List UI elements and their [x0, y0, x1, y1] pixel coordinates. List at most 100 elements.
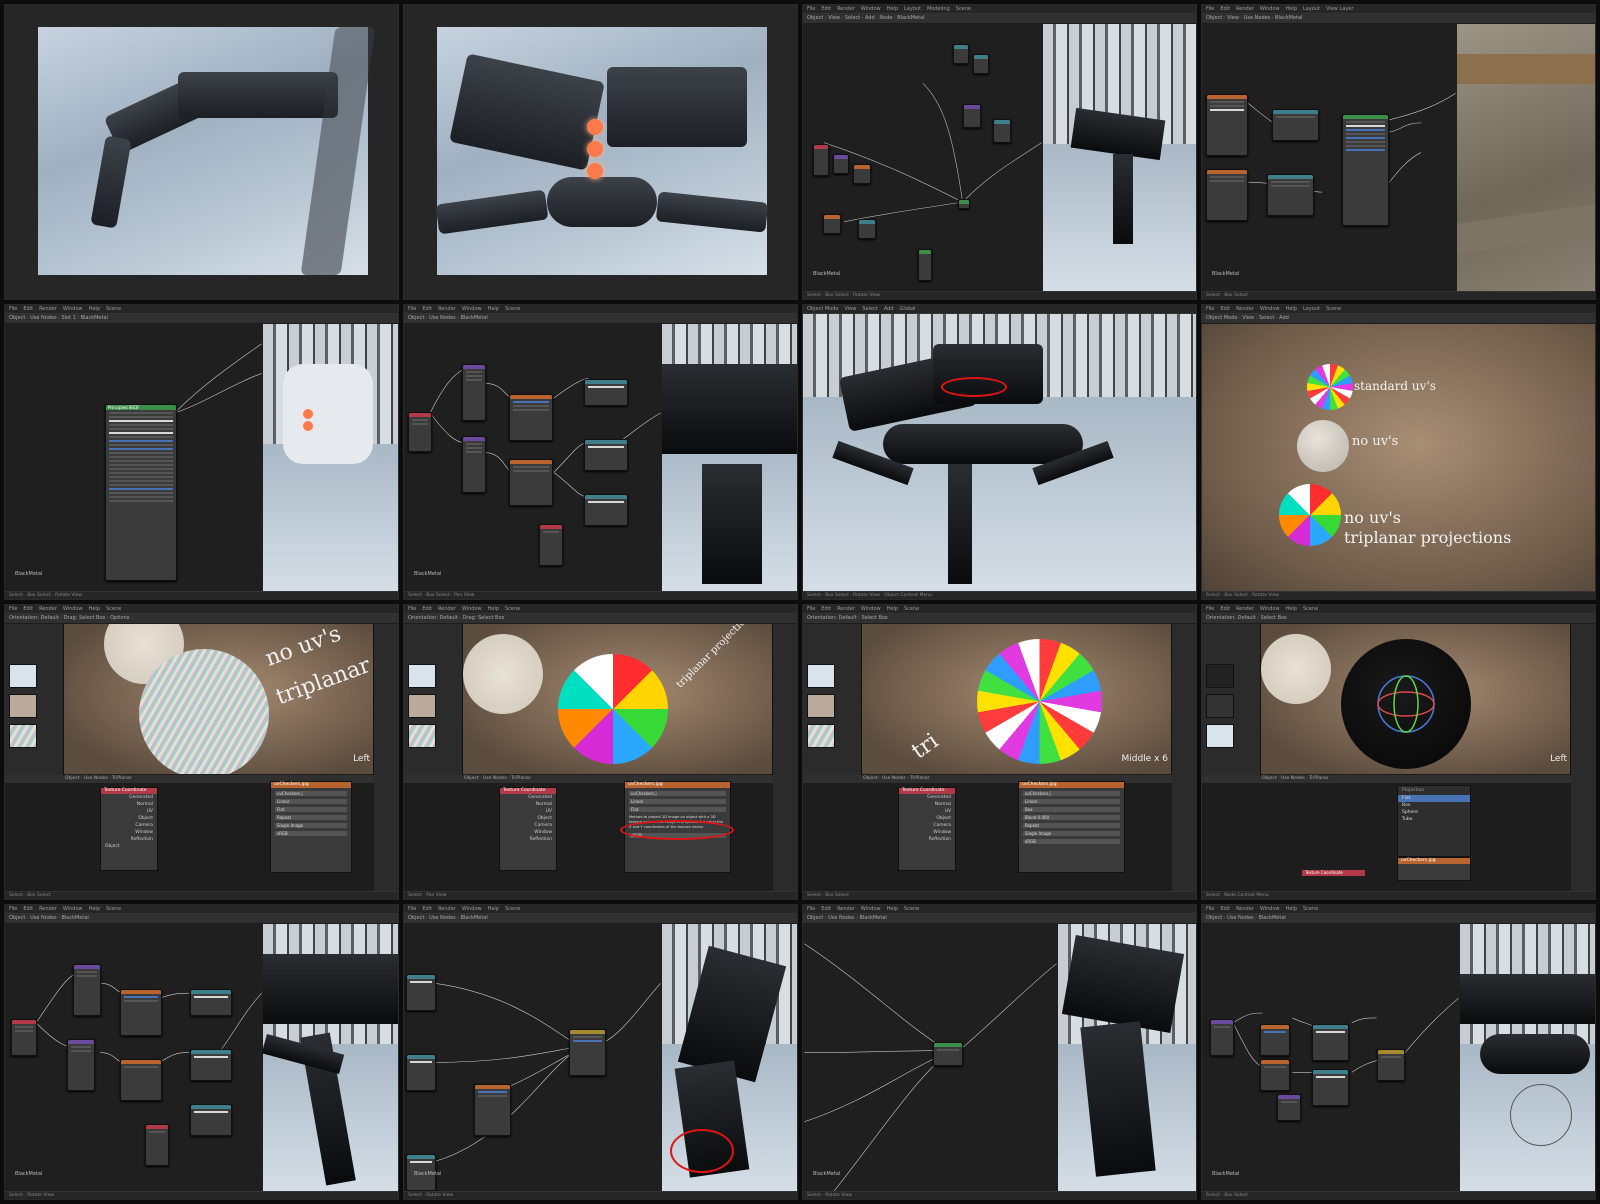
status-bar: Select · Rotate View — [5, 1191, 398, 1199]
image-texture-node[interactable]: uvCheckers.jpg — [1397, 857, 1471, 881]
3d-viewport[interactable] — [1457, 24, 1595, 291]
3d-viewport[interactable] — [662, 924, 797, 1191]
top-menu-bar[interactable]: File Edit Render Window Help Scene — [1202, 605, 1595, 614]
top-menu-bar[interactable]: File Edit Render Window Help Scene — [803, 605, 1196, 614]
projection-option-flat[interactable]: Flat — [1398, 795, 1470, 802]
top-menu-bar[interactable]: File Edit Render Window Help Scene — [404, 905, 797, 914]
material-name-label: BlackMetal — [813, 271, 841, 277]
blender-principled-bsdf: File Edit Render Window Help Scene Object · U… — [4, 304, 399, 600]
no-uv-label: no uv's — [1352, 434, 1399, 449]
shader-node-area[interactable]: BlackMetal — [803, 24, 1043, 291]
material-name-label: BlackMetal — [15, 571, 43, 577]
tool-sidebar[interactable] — [772, 624, 797, 891]
snow-thumbnail[interactable] — [1206, 724, 1234, 748]
highlight-circle — [620, 820, 734, 840]
3d-viewport[interactable]: standard uv's no uv's no uv's triplanar … — [1202, 324, 1595, 591]
forest-thumbnail[interactable] — [408, 694, 436, 718]
3d-viewport[interactable]: triplanar projections — [463, 624, 773, 774]
texture-coordinate-node[interactable]: Texture Coordinate — [1302, 870, 1365, 876]
node-wires — [804, 943, 1057, 1191]
editor-header[interactable]: Orientation: Default · Select Box — [1202, 614, 1595, 623]
editor-header[interactable]: Object · Use Nodes · BlackMetal — [404, 914, 797, 923]
tool-sidebar[interactable] — [1171, 624, 1196, 891]
material-name-label: BlackMetal — [1212, 271, 1240, 277]
shader-node-area[interactable]: Object · Use Nodes · TriPlanar Texture C… — [404, 775, 773, 891]
shader-node-area[interactable]: BlackMetal — [803, 924, 1058, 1191]
uvchecker-thumbnail[interactable] — [807, 724, 835, 748]
forest-thumbnail[interactable] — [807, 694, 835, 718]
top-menu-bar[interactable]: File Edit Render Window Help Layout Modeling Sc… — [803, 5, 1196, 14]
snow-thumbnail[interactable] — [9, 664, 37, 688]
editor-header[interactable]: Object · Use Nodes · BlackMetal — [5, 914, 398, 923]
3d-viewport[interactable] — [1058, 924, 1196, 1191]
status-bar: Select · Box Select — [1202, 291, 1595, 299]
snow-thumbnail[interactable] — [408, 664, 436, 688]
top-menu-bar[interactable]: File Edit Render Window Help Scene — [404, 605, 797, 614]
top-menu-bar[interactable]: File Edit Render Window Help Scene — [5, 905, 398, 914]
image-texture-node[interactable]: uvCheckers.jpg uvCheckers.j Linear Flat … — [270, 781, 352, 873]
editor-header[interactable]: Object · Use Nodes · BlackMetal — [404, 314, 797, 323]
shader-node-area[interactable]: BlackMetal — [1202, 24, 1457, 291]
top-menu-bar[interactable]: File Edit Render Window Help Layout View Layer — [1202, 5, 1595, 14]
editor-header[interactable]: Object · Use Nodes · BlackMetal — [803, 914, 1196, 923]
editor-header[interactable]: Object · Use Nodes · BlackMetal — [1202, 914, 1595, 923]
editor-header[interactable]: Object · Use Nodes · Slot 1 · BlackMetal — [5, 314, 398, 323]
projection-option-box[interactable]: Box — [1398, 802, 1470, 809]
editor-header[interactable]: Orientation: Default · Drag: Select Box … — [5, 614, 398, 623]
material-name-label: BlackMetal — [414, 1171, 442, 1177]
highlight-circle — [941, 377, 1007, 397]
top-menu-bar[interactable]: File Edit Render Window Help Scene — [1202, 905, 1595, 914]
shader-node-area[interactable]: Object · Use Nodes · TriPlanar Texture C… — [5, 775, 374, 891]
texture-coordinate-node[interactable]: Texture Coordinate Generated Normal UV Obje… — [898, 787, 956, 871]
projection-option-tube[interactable]: Tube — [1398, 816, 1470, 823]
top-menu-bar[interactable]: File Edit Render Window Help Scene — [5, 305, 398, 314]
status-bar: Select · Box Select · Rotate View — [803, 291, 1196, 299]
uvchecker-thumbnail[interactable] — [9, 724, 37, 748]
tool-sidebar[interactable] — [1570, 624, 1595, 891]
shader-node-area[interactable]: BlackMetal — [5, 924, 263, 1191]
top-menu-bar[interactable]: File Edit Render Window Help Layout Scene — [1202, 305, 1595, 314]
image-texture-node[interactable]: uvCheckers.jpg uvCheckers.j Linear Box B… — [1018, 781, 1125, 873]
uvchecker-thumbnail[interactable] — [408, 724, 436, 748]
principled-bsdf-node[interactable]: Principled BSDF — [105, 404, 177, 581]
top-menu-bar[interactable]: File Edit Render Window Help Scene — [5, 605, 398, 614]
shader-node-area[interactable]: Principled BSDF BlackMetal — [5, 324, 263, 591]
projection-dropdown-menu[interactable]: Projection Flat Box Sphere Tube — [1397, 785, 1471, 857]
3d-viewport[interactable] — [263, 324, 398, 591]
3d-viewport[interactable] — [662, 324, 797, 591]
snow-thumbnail[interactable] — [807, 664, 835, 688]
triplanar-editor-projection-menu: File Edit Render Window Help Scene Orientatio… — [1201, 604, 1596, 900]
texture-coordinate-node[interactable]: Texture Coordinate Generated Normal UV Obje… — [499, 787, 557, 871]
shader-node-area[interactable]: BlackMetal — [1202, 924, 1460, 1191]
scratched-thumbnail-2[interactable] — [1206, 694, 1234, 718]
scratched-thumbnail[interactable] — [1206, 664, 1234, 688]
shader-node-area[interactable]: BlackMetal — [404, 324, 662, 591]
top-menu-bar[interactable]: File Edit Render Window Help Scene — [803, 905, 1196, 914]
forest-thumbnail[interactable] — [9, 694, 37, 718]
blender-node-editor-overview: File Edit Render Window Help Layout Modeling Sc… — [802, 4, 1197, 300]
shader-node-area[interactable]: Object · Use Nodes · TriPlanar Texture C… — [803, 775, 1172, 891]
3d-viewport[interactable] — [1460, 924, 1595, 1191]
3d-viewport[interactable] — [261, 924, 398, 1191]
3d-viewport[interactable] — [1043, 24, 1196, 291]
shader-node-area[interactable]: BlackMetal — [404, 924, 662, 1191]
top-menu-bar[interactable]: Object Mode View Select Add Global — [803, 305, 1196, 314]
editor-header[interactable]: Orientation: Default · Select Box — [803, 614, 1196, 623]
texture-coordinate-node[interactable]: Texture Coordinate Generated Normal UV Obje… — [100, 787, 158, 871]
editor-header[interactable]: Orientation: Default · Drag: Select Box — [404, 614, 797, 623]
blender-node-editor-16: File Edit Render Window Help Scene Object · U… — [1201, 904, 1596, 1200]
top-menu-bar[interactable]: File Edit Render Window Help Scene — [404, 305, 797, 314]
3d-viewport[interactable]: no uv's triplanar Left — [64, 624, 374, 774]
editor-header[interactable]: Object · View · Use Nodes · BlackMetal — [1202, 14, 1595, 23]
blender-node-editor-closeup: File Edit Render Window Help Scene Object · U… — [403, 304, 798, 600]
3d-viewport[interactable] — [803, 314, 1196, 591]
editor-header[interactable]: Object Mode · View · Select · Add — [1202, 314, 1595, 323]
projection-option-sphere[interactable]: Sphere — [1398, 809, 1470, 816]
tool-sidebar[interactable] — [373, 624, 398, 891]
shader-node-area[interactable]: Object · Use Nodes · TriPlanar Projectio… — [1202, 775, 1571, 891]
3d-viewport[interactable]: Left — [1261, 624, 1571, 774]
render-image — [435, 27, 769, 275]
editor-header[interactable]: Object · View · Select · Add · Node · Bl… — [803, 14, 1196, 23]
node-wires — [435, 983, 661, 1162]
3d-viewport[interactable]: tri Middle x 6 — [862, 624, 1172, 774]
